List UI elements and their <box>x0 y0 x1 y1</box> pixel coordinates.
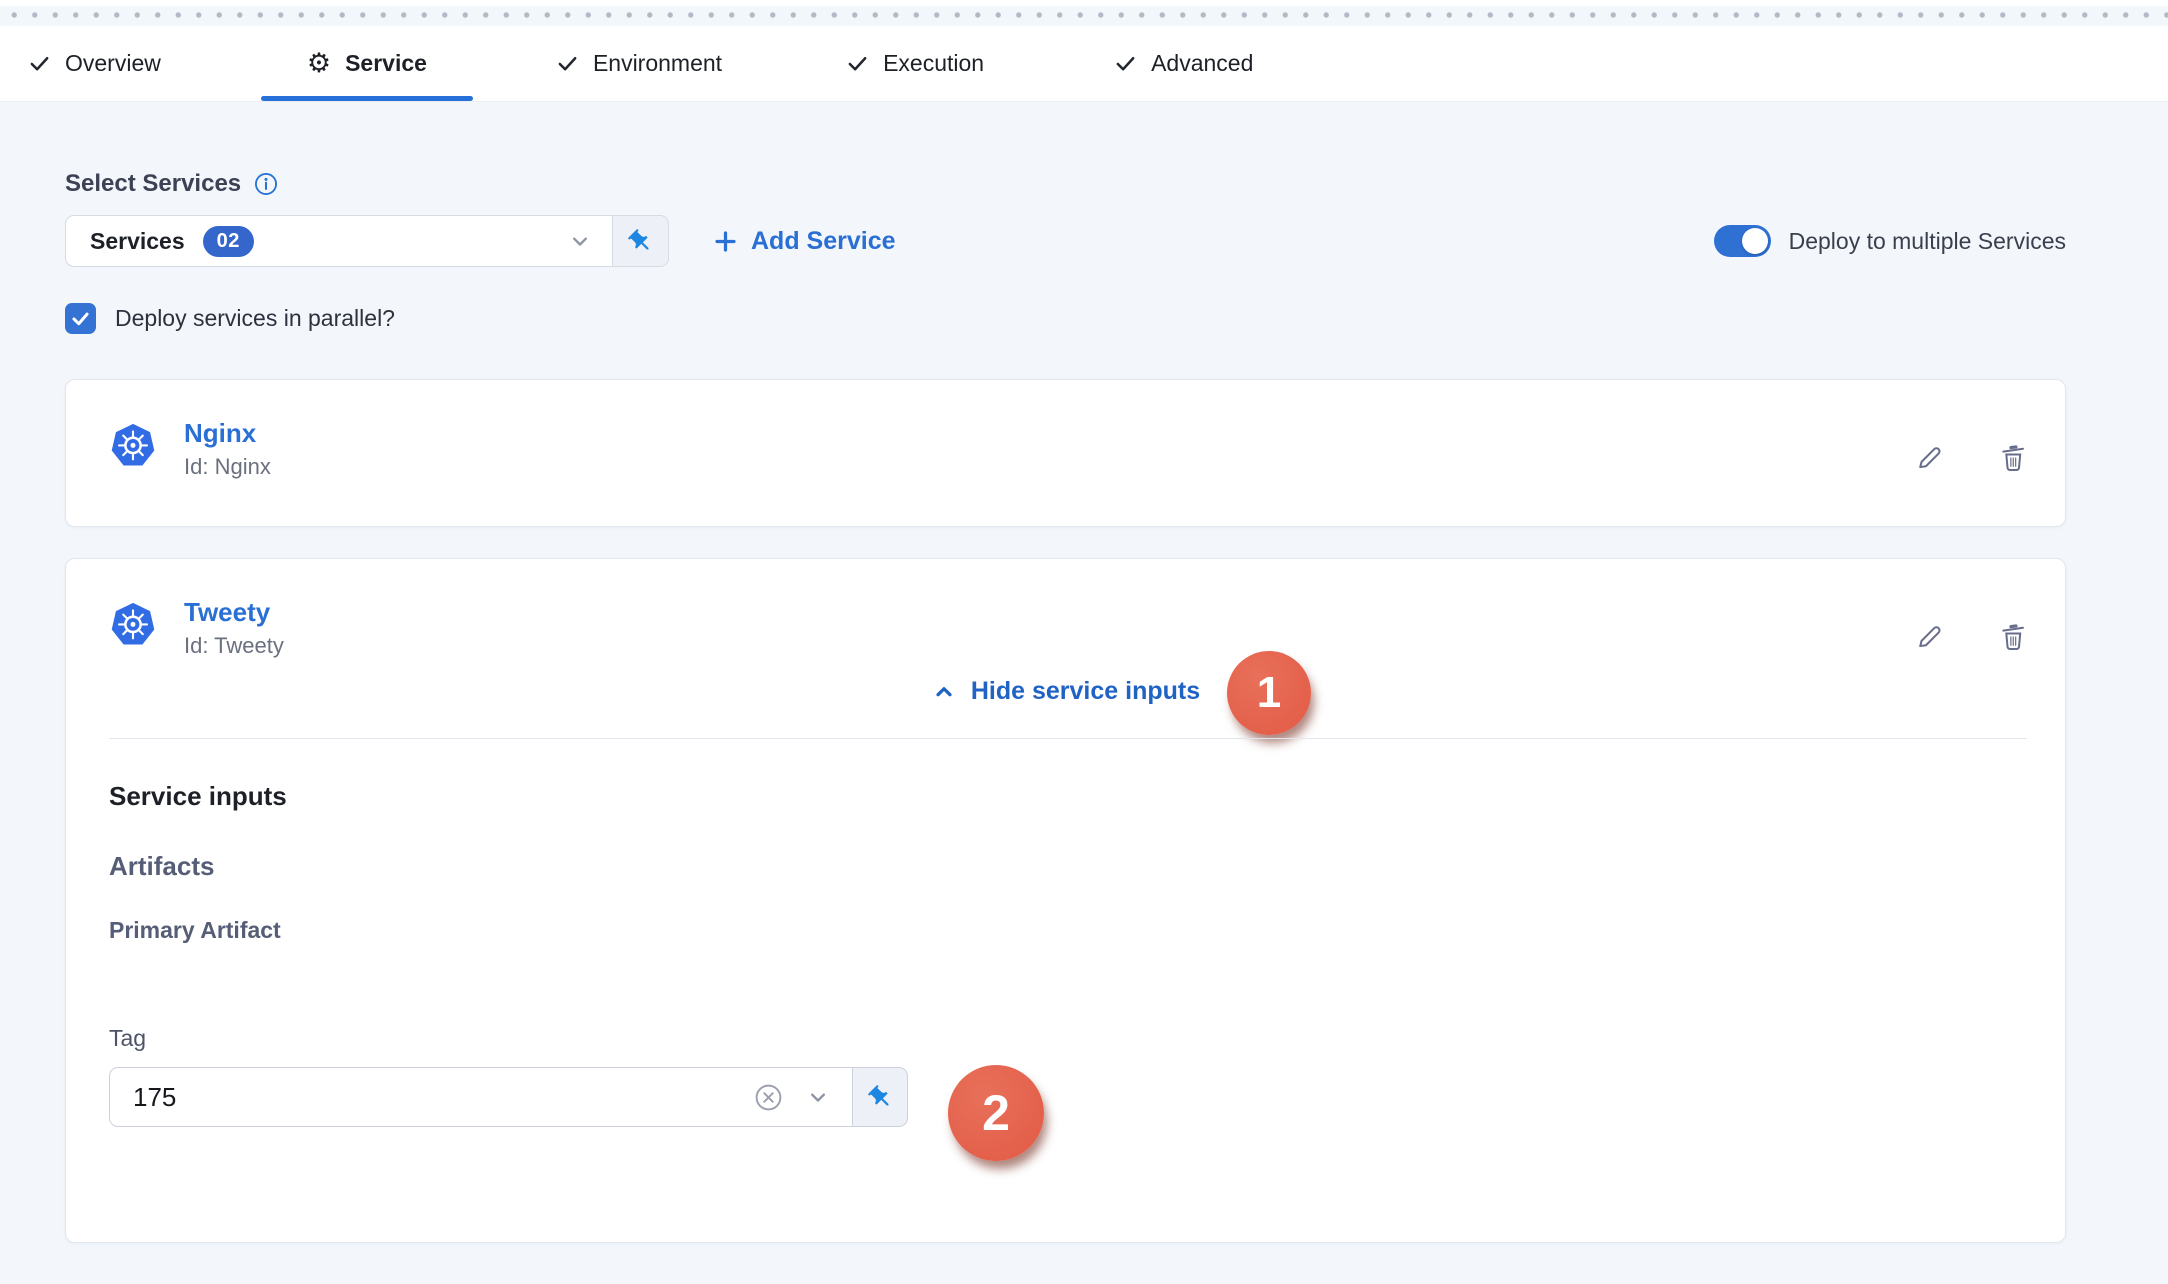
service-id: Id: Tweety <box>184 633 284 659</box>
parallel-row: Deploy services in parallel? <box>65 303 395 334</box>
pencil-icon <box>1913 621 1945 653</box>
tag-input-row <box>109 1067 908 1127</box>
deploy-multiple-toggle[interactable] <box>1714 225 1771 257</box>
service-card-head: Nginx Id: Nginx <box>110 418 271 480</box>
check-icon <box>28 52 51 75</box>
chevron-down-icon[interactable] <box>804 1083 832 1111</box>
delete-service-button[interactable] <box>1997 442 2029 474</box>
tab-execution[interactable]: Execution <box>846 50 984 77</box>
chevron-down-icon <box>566 227 594 255</box>
select-services-label: Select Services <box>65 170 241 198</box>
toggle-knob <box>1742 228 1768 254</box>
gear-icon: ⚙ <box>307 50 331 77</box>
service-card-actions <box>1913 621 2029 653</box>
service-card-nginx: Nginx Id: Nginx <box>65 379 2066 527</box>
check-icon <box>1114 52 1137 75</box>
kubernetes-icon <box>110 601 156 647</box>
services-dropdown-value: Services <box>90 228 185 255</box>
tab-environment[interactable]: Environment <box>556 50 722 77</box>
service-card-tweety: Tweety Id: Tweety Hide service inpu <box>65 558 2066 1243</box>
tag-input-box <box>109 1067 853 1127</box>
info-icon[interactable] <box>253 171 279 197</box>
stage-tabbar: Overview ⚙ Service Environment Execution… <box>0 26 2168 102</box>
check-icon <box>846 52 869 75</box>
check-icon <box>70 308 91 329</box>
tag-input[interactable] <box>110 1068 733 1126</box>
add-service-button[interactable]: Add Service <box>712 215 896 267</box>
service-name-link[interactable]: Tweety <box>184 597 284 628</box>
tab-overview[interactable]: Overview <box>28 50 161 77</box>
artifacts-heading: Artifacts <box>109 851 214 882</box>
kubernetes-icon <box>110 422 156 468</box>
add-service-label: Add Service <box>751 227 896 256</box>
pin-icon <box>867 1084 894 1111</box>
tag-label: Tag <box>109 1025 146 1052</box>
trash-icon <box>1997 442 2029 474</box>
annotation-badge-1: 1 <box>1227 651 1311 735</box>
tab-label: Advanced <box>1151 50 1253 77</box>
hide-service-inputs-link[interactable]: Hide service inputs <box>66 677 2065 706</box>
tab-label: Service <box>345 50 427 77</box>
tab-label: Overview <box>65 50 161 77</box>
service-id: Id: Nginx <box>184 454 271 480</box>
service-name-link[interactable]: Nginx <box>184 418 271 449</box>
service-config-page: Overview ⚙ Service Environment Execution… <box>0 0 2168 1284</box>
tab-service[interactable]: ⚙ Service <box>307 50 427 77</box>
deploy-multiple-label: Deploy to multiple Services <box>1789 228 2066 255</box>
primary-artifact-heading: Primary Artifact <box>109 917 281 944</box>
chevron-up-icon <box>931 679 957 705</box>
pin-runtime-input-button[interactable] <box>612 216 668 266</box>
pin-icon <box>627 228 654 255</box>
check-icon <box>556 52 579 75</box>
service-inputs-heading: Service inputs <box>109 781 287 812</box>
parallel-label: Deploy services in parallel? <box>115 305 395 332</box>
services-count-badge: 02 <box>203 226 254 257</box>
annotation-badge-2: 2 <box>948 1065 1044 1161</box>
pencil-icon <box>1913 442 1945 474</box>
delete-service-button[interactable] <box>1997 621 2029 653</box>
services-dropdown[interactable]: Services 02 <box>65 215 669 267</box>
edit-service-button[interactable] <box>1913 442 1945 474</box>
tab-advanced[interactable]: Advanced <box>1114 50 1253 77</box>
pipeline-canvas-strip <box>0 0 2168 26</box>
divider <box>109 738 2027 739</box>
services-dropdown-main: Services 02 <box>66 216 612 266</box>
deploy-multiple-row: Deploy to multiple Services <box>1714 215 2066 267</box>
pin-runtime-input-button[interactable] <box>852 1067 908 1127</box>
select-services-row: Select Services <box>65 170 279 198</box>
clear-icon[interactable] <box>753 1082 784 1113</box>
service-card-head: Tweety Id: Tweety <box>110 597 284 659</box>
tab-label: Environment <box>593 50 722 77</box>
edit-service-button[interactable] <box>1913 621 1945 653</box>
tab-label: Execution <box>883 50 984 77</box>
service-card-actions <box>1913 442 2029 474</box>
trash-icon <box>1997 621 2029 653</box>
plus-icon <box>712 228 739 255</box>
hide-service-inputs-label: Hide service inputs <box>971 677 1200 706</box>
parallel-checkbox[interactable] <box>65 303 96 334</box>
